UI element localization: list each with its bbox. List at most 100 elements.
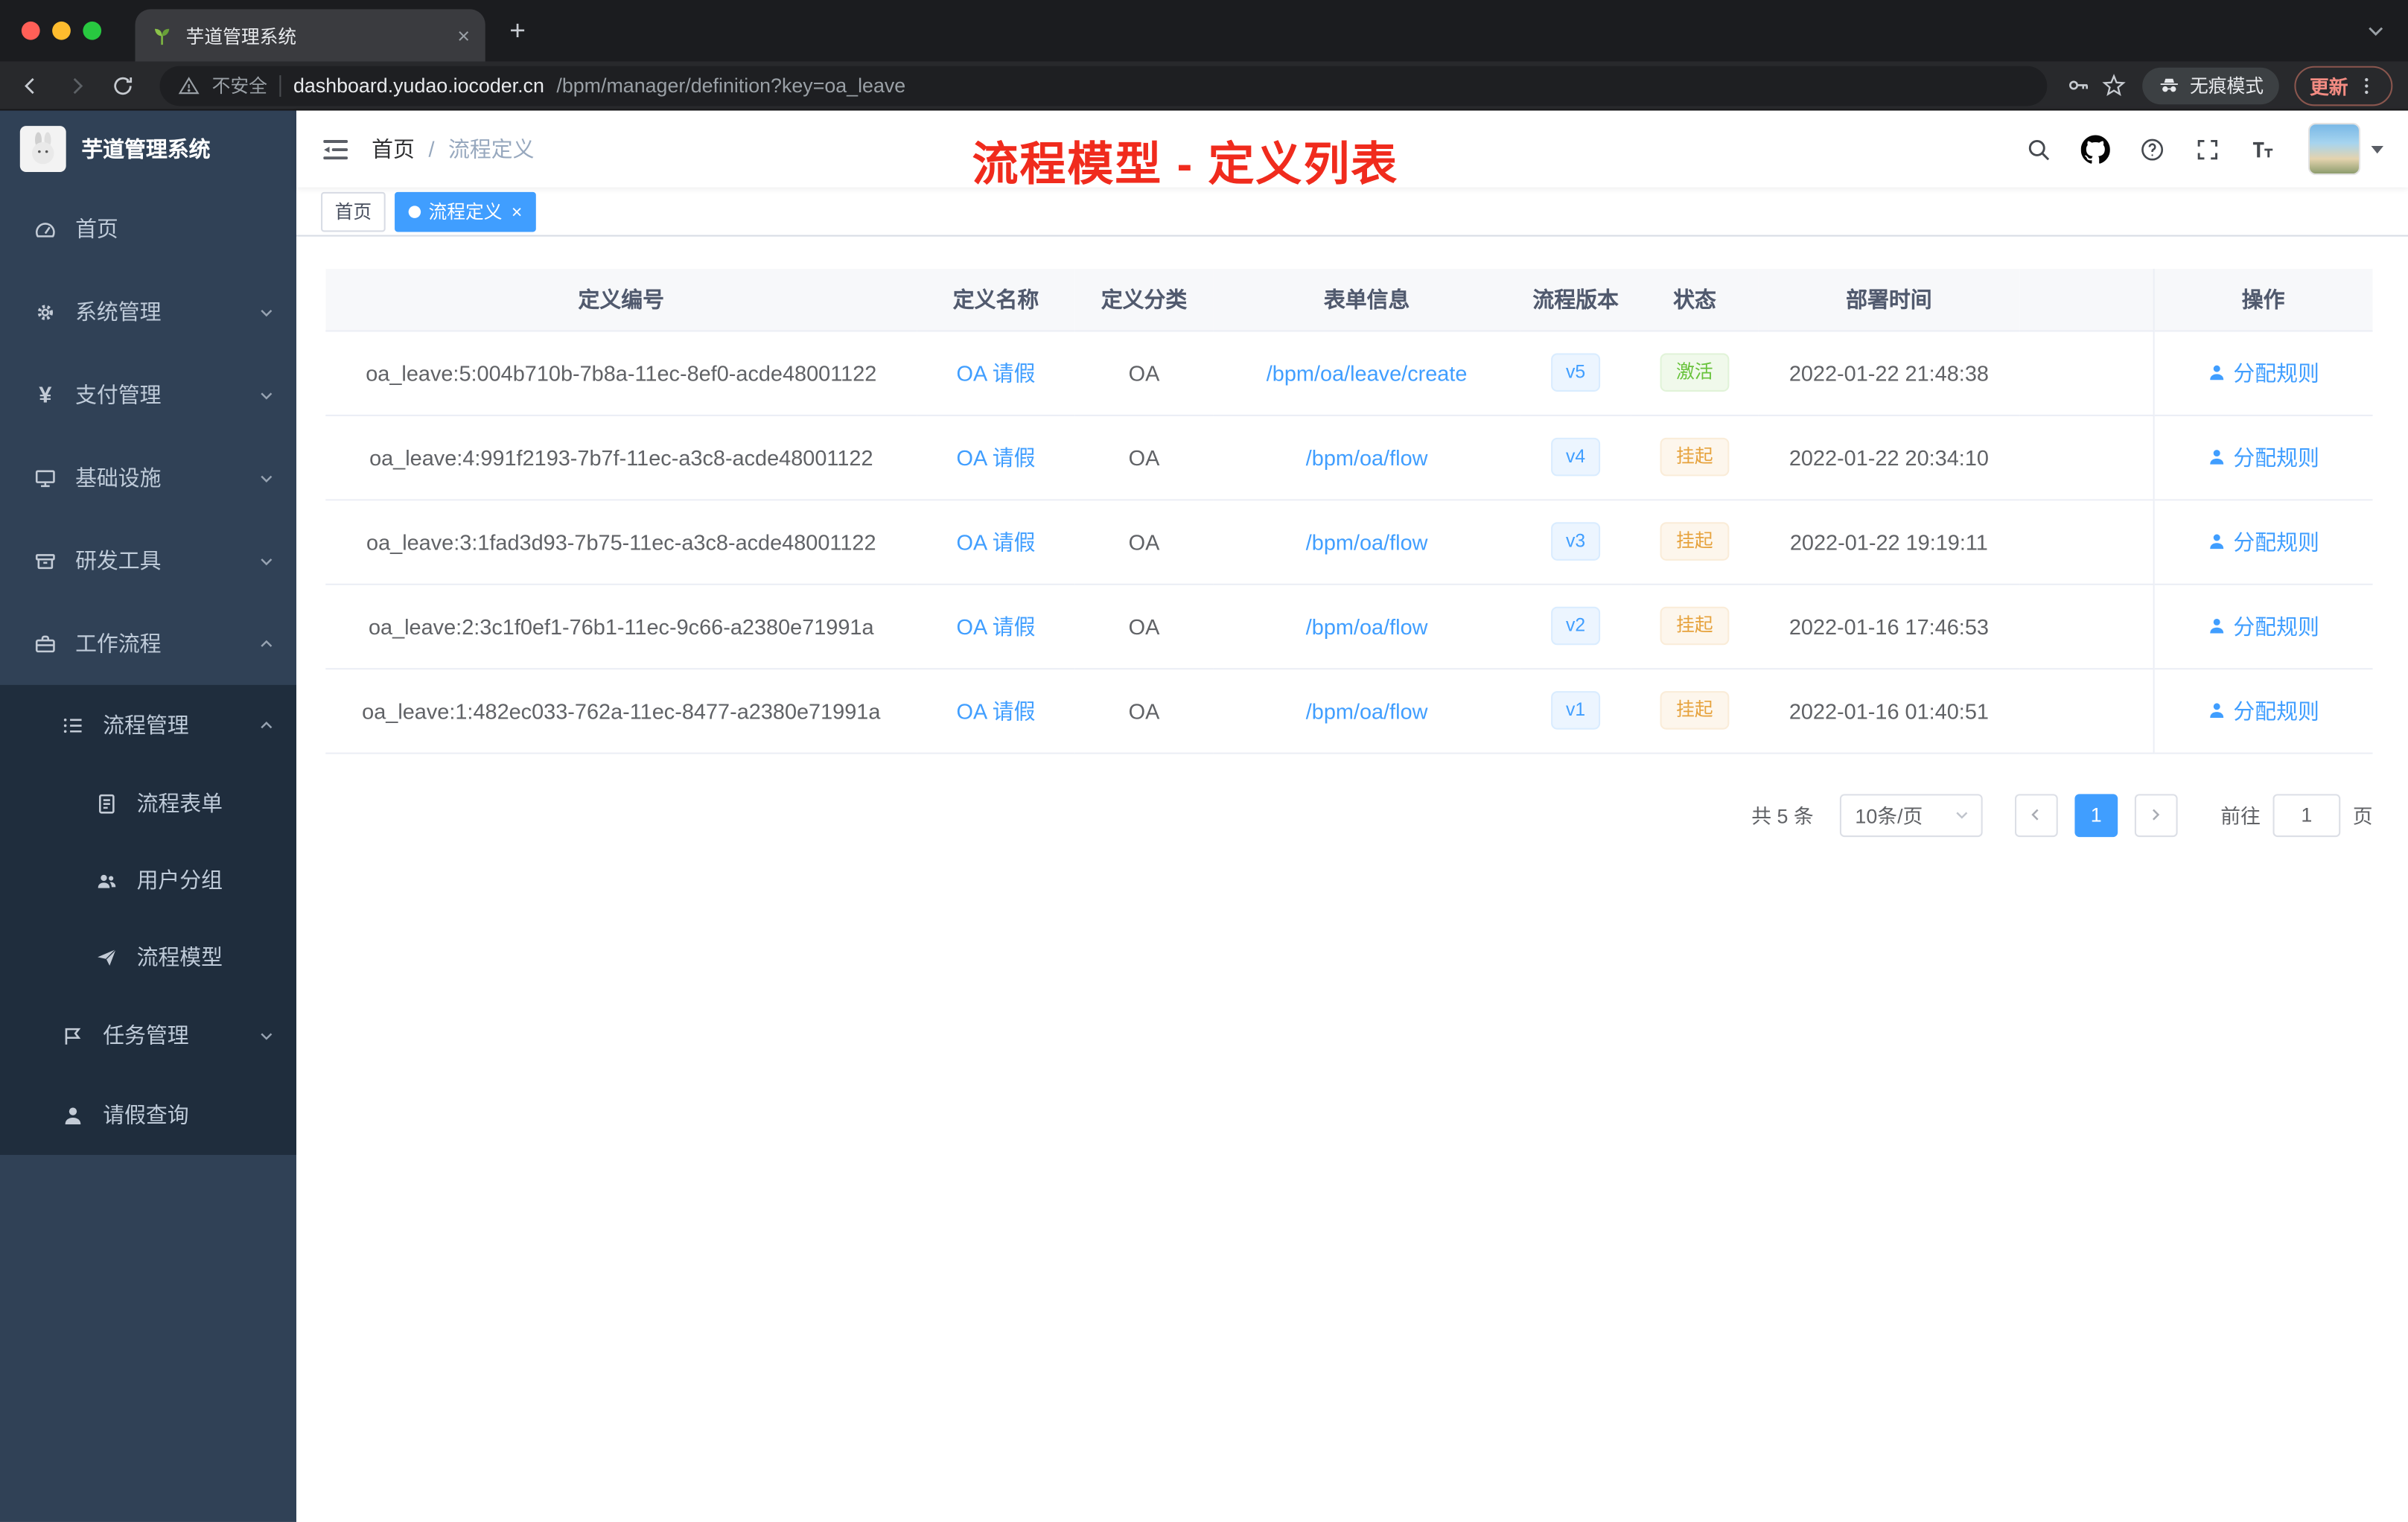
table-row: oa_leave:5:004b710b-7b8a-11ec-8ef0-acde4… <box>325 330 2373 415</box>
list-icon <box>62 713 85 736</box>
form-link[interactable]: /bpm/oa/flow <box>1306 698 1428 722</box>
minimize-window-button[interactable] <box>52 21 71 40</box>
sidebar-item-process-form[interactable]: 流程表单 <box>0 765 296 841</box>
version-tag: v5 <box>1550 353 1601 392</box>
sidebar-item-home[interactable]: 首页 <box>0 188 296 270</box>
tab-list-chevron-icon[interactable] <box>2365 20 2386 42</box>
breadcrumb: 首页 / 流程定义 <box>372 133 534 164</box>
favicon <box>150 24 173 47</box>
sidebar-item-task-mgmt[interactable]: 任务管理 <box>0 996 296 1075</box>
form-link[interactable]: /bpm/oa/flow <box>1306 614 1428 638</box>
security-label[interactable]: 不安全 <box>212 72 267 98</box>
sidebar-item-workflow[interactable]: 工作流程 <box>0 602 296 685</box>
version-tag: v4 <box>1550 438 1601 477</box>
sidebar-item-system-mgmt[interactable]: 系统管理 <box>0 270 296 353</box>
form-link[interactable]: /bpm/oa/flow <box>1306 445 1428 469</box>
sidebar-logo: 芋道管理系统 <box>0 111 296 188</box>
help-icon[interactable] <box>2139 136 2165 162</box>
definition-category: OA <box>1074 414 1214 500</box>
bookmark-star-icon[interactable] <box>2100 72 2127 98</box>
deploy-time: 2022-01-22 21:48:38 <box>1758 330 2020 415</box>
github-icon[interactable] <box>2080 134 2110 163</box>
sidebar-item-user-group[interactable]: 用户分组 <box>0 841 296 918</box>
chevron-down-icon <box>258 1027 275 1044</box>
total-count: 共 5 条 <box>1751 804 1814 828</box>
fullscreen-icon[interactable] <box>2194 136 2220 162</box>
definition-name-link[interactable]: OA 请假 <box>957 529 1036 554</box>
font-size-icon[interactable] <box>2250 136 2276 162</box>
definition-id: oa_leave:2:3c1f0ef1-76b1-11ec-9c66-a2380… <box>325 583 917 669</box>
clipboard-icon <box>62 1024 85 1047</box>
assign-rule-link[interactable]: 分配规则 <box>2207 611 2319 641</box>
avatar[interactable] <box>2307 123 2361 176</box>
close-window-button[interactable] <box>21 21 40 40</box>
table-row: oa_leave:4:991f2193-7b7f-11ec-a3c8-acde4… <box>325 414 2373 500</box>
sidebar-item-process-model[interactable]: 流程模型 <box>0 918 296 995</box>
key-icon[interactable] <box>2065 72 2092 98</box>
col-operations: 操作 <box>2152 268 2373 331</box>
breadcrumb-home[interactable]: 首页 <box>372 133 415 164</box>
chevron-left-icon <box>2028 806 2045 824</box>
page-size-select[interactable]: 10条/页 <box>1839 793 1983 837</box>
definition-name-link[interactable]: OA 请假 <box>957 360 1036 385</box>
new-tab-button[interactable]: + <box>497 10 538 51</box>
table-row: oa_leave:3:1fad3d93-7b75-11ec-a3c8-acde4… <box>325 499 2373 585</box>
assign-rule-link[interactable]: 分配规则 <box>2207 357 2319 388</box>
definition-name-link[interactable]: OA 请假 <box>957 614 1036 638</box>
briefcase-icon <box>34 632 57 655</box>
goto-label: 前往 <box>2220 804 2261 828</box>
window-controls[interactable] <box>0 21 120 40</box>
table-row: oa_leave:1:482ec033-762a-11ec-8477-a2380… <box>325 668 2373 754</box>
tag-close-icon[interactable]: × <box>512 202 522 220</box>
incognito-label: 无痕模式 <box>2190 75 2264 97</box>
goto-page-input[interactable] <box>2272 793 2341 837</box>
app-title: 芋道管理系统 <box>81 136 211 162</box>
page-number-1[interactable]: 1 <box>2074 793 2118 837</box>
search-icon[interactable] <box>2025 136 2051 162</box>
gear-icon <box>34 300 57 323</box>
version-tag: v3 <box>1550 522 1601 561</box>
assign-rule-link[interactable]: 分配规则 <box>2207 695 2319 725</box>
toolbox-icon <box>34 549 57 572</box>
browser-window: 芋道管理系统 × + 不安全 dashboard.yudao.iocoder.c… <box>0 0 2408 1522</box>
user-menu[interactable] <box>2307 123 2383 176</box>
prev-page-button[interactable] <box>2014 793 2058 837</box>
sidebar-item-leave-query[interactable]: 请假查询 <box>0 1075 296 1155</box>
definition-category: OA <box>1074 583 1214 669</box>
definition-id: oa_leave:5:004b710b-7b8a-11ec-8ef0-acde4… <box>325 330 917 415</box>
sidebar-collapse-icon[interactable] <box>321 134 350 163</box>
sidebar-item-payment-mgmt[interactable]: ¥ 支付管理 <box>0 353 296 436</box>
tag-process-definition[interactable]: 流程定义 × <box>395 191 536 232</box>
sidebar-item-process-mgmt[interactable]: 流程管理 <box>0 685 296 765</box>
browser-menu-update[interactable]: 更新 <box>2294 65 2393 106</box>
kebab-menu-icon[interactable] <box>2356 74 2377 96</box>
person-icon <box>2207 616 2227 636</box>
form-link[interactable]: /bpm/oa/flow <box>1306 529 1428 554</box>
definition-name-link[interactable]: OA 请假 <box>957 445 1036 469</box>
maximize-window-button[interactable] <box>83 21 102 40</box>
reload-button[interactable] <box>104 67 141 104</box>
address-bar[interactable]: 不安全 dashboard.yudao.iocoder.cn /bpm/mana… <box>159 65 2048 106</box>
browser-toolbar: 不安全 dashboard.yudao.iocoder.cn /bpm/mana… <box>0 61 2408 111</box>
tab-strip: 芋道管理系统 × + <box>0 0 2408 62</box>
assign-rule-link[interactable]: 分配规则 <box>2207 442 2319 472</box>
tag-home[interactable]: 首页 <box>321 191 386 232</box>
form-link[interactable]: /bpm/oa/leave/create <box>1267 360 1468 385</box>
chevron-up-icon <box>258 635 275 652</box>
tab-close-icon[interactable]: × <box>457 25 470 46</box>
back-button[interactable] <box>13 67 50 104</box>
next-page-button[interactable] <box>2134 793 2178 837</box>
assign-rule-link[interactable]: 分配规则 <box>2207 526 2319 556</box>
col-form-info: 表单信息 <box>1213 268 1520 331</box>
caret-down-icon <box>2371 144 2383 153</box>
table-row: oa_leave:2:3c1f0ef1-76b1-11ec-9c66-a2380… <box>325 583 2373 669</box>
definition-name-link[interactable]: OA 请假 <box>957 698 1036 722</box>
browser-tab[interactable]: 芋道管理系统 × <box>135 9 485 62</box>
top-navbar: 首页 / 流程定义 <box>296 110 2408 188</box>
update-label[interactable]: 更新 <box>2310 71 2348 100</box>
definition-id: oa_leave:4:991f2193-7b7f-11ec-a3c8-acde4… <box>325 414 917 500</box>
forward-button[interactable] <box>58 67 95 104</box>
url-host: dashboard.yudao.iocoder.cn <box>293 74 544 97</box>
sidebar-item-infrastructure[interactable]: 基础设施 <box>0 436 296 519</box>
sidebar-item-dev-tools[interactable]: 研发工具 <box>0 519 296 602</box>
